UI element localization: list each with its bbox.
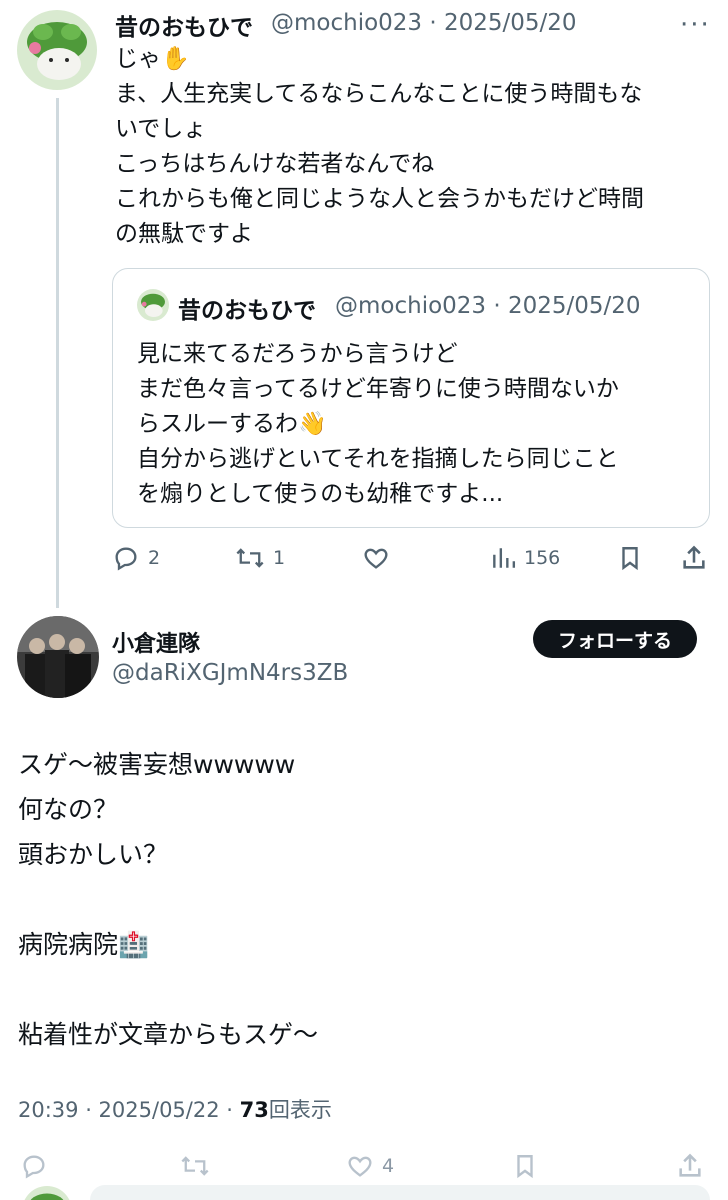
more-options-icon[interactable]: ···	[680, 10, 711, 40]
reply-button[interactable]	[20, 1152, 48, 1180]
tweet2-action-bar: 4	[0, 1150, 728, 1190]
repost-button[interactable]: 1	[235, 544, 285, 572]
quote-author-handle-date: @mochio023 · 2025/05/20	[335, 293, 641, 319]
avatar-mochio[interactable]	[17, 10, 97, 90]
view-count: 73	[239, 1098, 269, 1122]
quote-avatar	[137, 289, 169, 321]
author-name[interactable]: 小倉連隊	[112, 626, 200, 658]
repost-icon	[236, 548, 264, 568]
author-handle[interactable]: @daRiXGJmN4rs3ZB	[112, 660, 348, 686]
reply-icon	[23, 1155, 45, 1179]
thread-line	[56, 98, 59, 608]
views-label: 回表示	[268, 1098, 332, 1122]
quote-text: 見に来てるだろうから言うけど まだ色々言ってるけど年寄りに使う時間ないか らスル…	[137, 341, 619, 507]
reply-button[interactable]: 2	[112, 544, 160, 572]
bookmark-icon	[517, 1155, 533, 1179]
like-count: 4	[382, 1155, 395, 1177]
tweet-text: スゲ〜被害妄想wwwww 何なの？ 頭おかしい？ 病院病院🏥 粘着性が文章からも…	[18, 750, 319, 1049]
repost-icon	[181, 1156, 209, 1176]
quoted-tweet[interactable]: 昔のおもひで @mochio023 · 2025/05/20 見に来てるだろうか…	[112, 268, 710, 528]
author-handle-date[interactable]: @mochio023 · 2025/05/20	[271, 10, 577, 36]
like-icon	[364, 548, 388, 569]
like-button[interactable]: 4	[346, 1152, 394, 1180]
share-icon	[683, 545, 705, 569]
like-icon	[348, 1156, 372, 1177]
follow-button[interactable]: フォローする	[533, 620, 697, 658]
share-icon	[679, 1153, 701, 1177]
bookmark-icon	[622, 547, 638, 571]
like-button[interactable]	[362, 544, 398, 572]
bookmark-button[interactable]	[617, 544, 643, 572]
reply-icon	[115, 547, 137, 571]
reply-input[interactable]	[90, 1185, 710, 1200]
bookmark-button[interactable]	[512, 1152, 538, 1180]
share-button[interactable]	[680, 544, 708, 572]
tweet-timestamp-views[interactable]: 20:39 · 2025/05/22 · 73回表示	[18, 1094, 332, 1124]
repost-count: 1	[273, 547, 286, 569]
tweet-action-bar: 2 1 156	[0, 540, 728, 576]
repost-button[interactable]	[180, 1152, 210, 1180]
views-button[interactable]: 156	[490, 544, 560, 572]
reply-count: 2	[148, 547, 161, 569]
avatar-ogura[interactable]	[17, 616, 99, 698]
author-name[interactable]: 昔のおもひで	[115, 8, 253, 42]
quote-author-name: 昔のおもひで	[178, 298, 316, 324]
views-count: 156	[524, 547, 561, 569]
tweet-text: じゃ✋ ま、人生充実してるならこんなことに使う時間もな いでしょ こっちはちんけ…	[115, 46, 644, 247]
views-icon	[493, 548, 516, 568]
tweet-time: 20:39 · 2025/05/22 ·	[18, 1098, 240, 1122]
share-button[interactable]	[676, 1152, 704, 1180]
